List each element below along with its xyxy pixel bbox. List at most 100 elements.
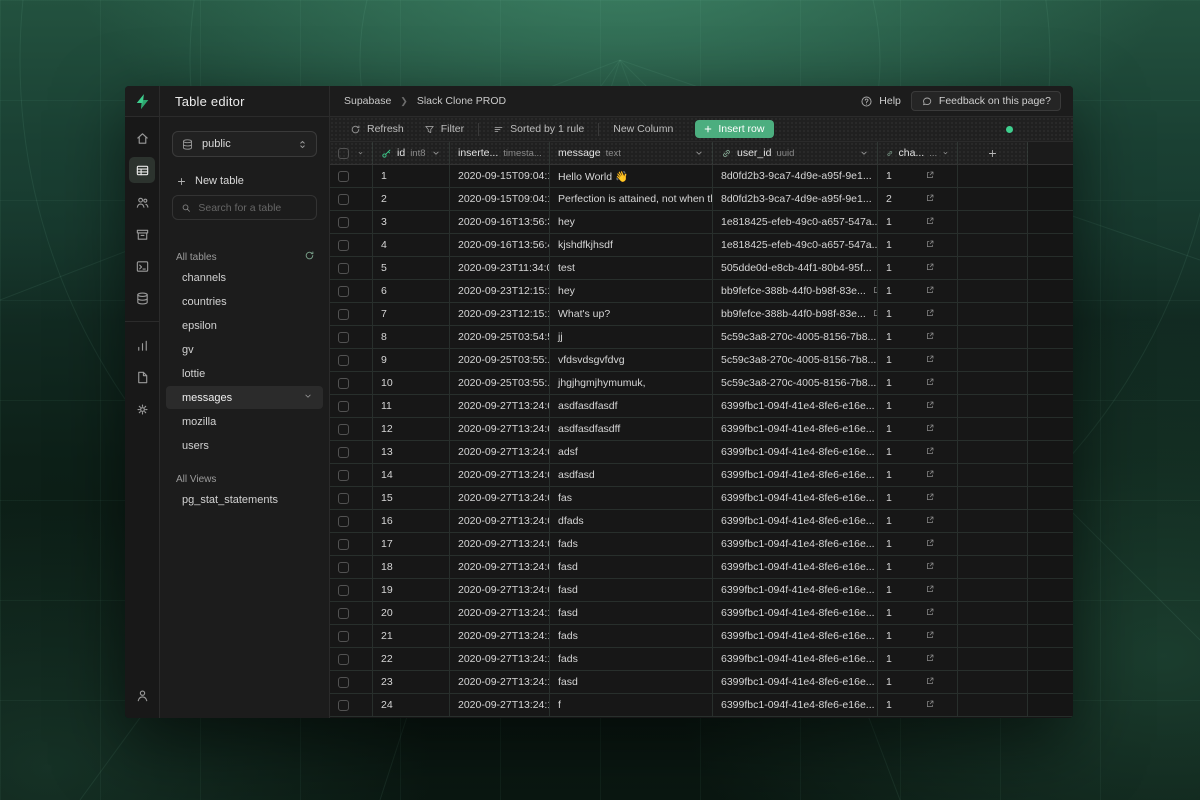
open-reference-icon[interactable] [919,423,935,436]
cell-id[interactable]: 11 [373,395,450,418]
cell-inserted-at[interactable]: 2020-09-16T13:56:37... [450,211,550,234]
cell-inserted-at[interactable]: 2020-09-27T13:24:0... [450,510,550,533]
cell-channel-id[interactable]: 1 [878,372,958,395]
table-item-messages[interactable]: messages [166,386,323,409]
row-select-cell[interactable] [330,349,373,372]
cell-id[interactable]: 17 [373,533,450,556]
view-item-pg-stat-statements[interactable]: pg_stat_statements [166,488,323,511]
schema-select[interactable]: public [172,131,317,157]
nav-sql-editor[interactable] [129,253,155,279]
cell-message[interactable]: asdfasdfasdff [550,418,713,441]
open-reference-icon[interactable] [919,469,935,482]
row-select-cell[interactable] [330,395,373,418]
cell-message[interactable]: fads [550,533,713,556]
cell-inserted-at[interactable]: 2020-09-23T12:15:19... [450,303,550,326]
nav-table-editor[interactable] [129,157,155,183]
cell-channel-id[interactable]: 1 [878,671,958,694]
cell-message[interactable]: Hello World 👋 [550,165,713,188]
row-select-cell[interactable] [330,487,373,510]
row-select-cell[interactable] [330,372,373,395]
row-checkbox[interactable] [338,355,349,366]
open-reference-icon[interactable] [919,676,935,689]
row-checkbox[interactable] [338,654,349,665]
cell-id[interactable]: 6 [373,280,450,303]
row-checkbox[interactable] [338,677,349,688]
row-select-cell[interactable] [330,280,373,303]
cell-user-id[interactable]: 6399fbc1-094f-41e4-8fe6-e16e... [713,625,878,648]
cell-channel-id[interactable]: 1 [878,487,958,510]
open-reference-icon[interactable] [919,331,935,344]
table-item-gv[interactable]: gv [166,338,323,361]
row-select-cell[interactable] [330,165,373,188]
table-search-input[interactable] [198,202,308,214]
open-reference-icon[interactable] [919,630,935,643]
row-select-cell[interactable] [330,257,373,280]
row-checkbox[interactable] [338,171,349,182]
refresh-tables-icon[interactable] [304,250,315,264]
open-reference-icon[interactable] [919,308,935,321]
row-checkbox[interactable] [338,562,349,573]
cell-id[interactable]: 3 [373,211,450,234]
cell-user-id[interactable]: 6399fbc1-094f-41e4-8fe6-e16e... [713,533,878,556]
select-all-header[interactable] [330,142,373,164]
open-reference-icon[interactable] [866,285,878,298]
cell-user-id[interactable]: 6399fbc1-094f-41e4-8fe6-e16e... [713,579,878,602]
cell-channel-id[interactable]: 1 [878,165,958,188]
nav-docs[interactable] [129,364,155,390]
insert-row-button[interactable]: Insert row [695,120,774,138]
nav-settings[interactable] [129,396,155,422]
cell-channel-id[interactable]: 1 [878,418,958,441]
cell-message[interactable]: test [550,257,713,280]
open-reference-icon[interactable] [919,446,935,459]
cell-inserted-at[interactable]: 2020-09-27T13:24:1... [450,625,550,648]
cell-id[interactable]: 23 [373,671,450,694]
cell-channel-id[interactable]: 1 [878,257,958,280]
cell-channel-id[interactable]: 1 [878,533,958,556]
cell-channel-id[interactable]: 1 [878,395,958,418]
cell-channel-id[interactable]: 1 [878,441,958,464]
cell-inserted-at[interactable]: 2020-09-27T13:24:0... [450,464,550,487]
row-select-cell[interactable] [330,579,373,602]
cell-id[interactable]: 9 [373,349,450,372]
new-column-button[interactable]: New Column [607,123,679,135]
row-select-cell[interactable] [330,188,373,211]
help-button[interactable]: Help [860,95,901,108]
cell-inserted-at[interactable]: 2020-09-27T13:24:1... [450,648,550,671]
row-select-cell[interactable] [330,418,373,441]
row-checkbox[interactable] [338,585,349,596]
cell-id[interactable]: 19 [373,579,450,602]
cell-inserted-at[interactable]: 2020-09-27T13:24:0... [450,556,550,579]
cell-id[interactable]: 16 [373,510,450,533]
add-column-button[interactable] [958,142,1028,164]
cell-message[interactable]: kjshdfkjhsdf [550,234,713,257]
row-select-cell[interactable] [330,533,373,556]
cell-message[interactable]: fasd [550,579,713,602]
table-item-lottie[interactable]: lottie [166,362,323,385]
cell-message[interactable]: dfads [550,510,713,533]
cell-inserted-at[interactable]: 2020-09-25T03:55:... [450,349,550,372]
open-reference-icon[interactable] [919,239,935,252]
breadcrumb-project[interactable]: Slack Clone PROD [417,95,506,107]
table-item-channels[interactable]: channels [166,266,323,289]
cell-inserted-at[interactable]: 2020-09-27T13:24:0... [450,487,550,510]
cell-user-id[interactable]: 6399fbc1-094f-41e4-8fe6-e16e... [713,418,878,441]
cell-id[interactable]: 2 [373,188,450,211]
cell-message[interactable]: jj [550,326,713,349]
row-checkbox[interactable] [338,631,349,642]
column-header-inserted-at[interactable]: inserte... timesta... [450,142,550,164]
cell-inserted-at[interactable]: 2020-09-27T13:24:0... [450,533,550,556]
cell-id[interactable]: 22 [373,648,450,671]
cell-channel-id[interactable]: 1 [878,326,958,349]
open-reference-icon[interactable] [919,216,935,229]
cell-inserted-at[interactable]: 2020-09-27T13:24:11... [450,694,550,717]
cell-id[interactable]: 14 [373,464,450,487]
open-reference-icon[interactable] [919,170,935,183]
cell-user-id[interactable]: 6399fbc1-094f-41e4-8fe6-e16e... [713,510,878,533]
filter-button[interactable]: Filter [418,123,470,135]
cell-message[interactable]: fasd [550,602,713,625]
cell-user-id[interactable]: 6399fbc1-094f-41e4-8fe6-e16e... [713,556,878,579]
cell-inserted-at[interactable]: 2020-09-27T13:24:1... [450,602,550,625]
cell-channel-id[interactable]: 1 [878,349,958,372]
cell-channel-id[interactable]: 2 [878,188,958,211]
row-checkbox[interactable] [338,424,349,435]
